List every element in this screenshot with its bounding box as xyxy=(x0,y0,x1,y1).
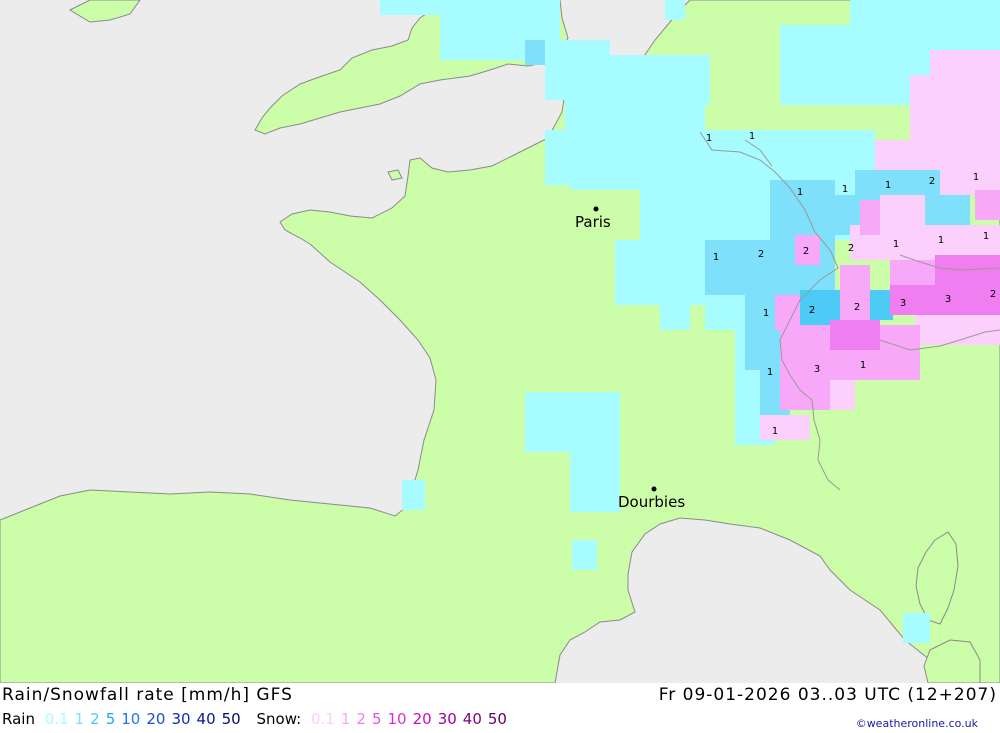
cell-value: 1 xyxy=(763,308,769,319)
rain-scale-value: 0.1 xyxy=(44,710,69,728)
snow-scale-value: 0.1 xyxy=(311,710,335,728)
map-title: Rain/Snowfall rate [mm/h] GFS xyxy=(2,685,293,705)
cell-value: 1 xyxy=(713,252,719,263)
cell-value: 1 xyxy=(797,187,803,198)
map-datetime: Fr 09-01-2026 03..03 UTC (12+207) xyxy=(658,685,997,705)
map-footer: Rain/Snowfall rate [mm/h] GFS Fr 09-01-2… xyxy=(0,683,1000,733)
snow-scale-value: 20 xyxy=(412,710,432,728)
rain-scale-value: 20 xyxy=(146,710,166,728)
snow-scale-value: 40 xyxy=(462,710,482,728)
cell-value: 1 xyxy=(938,235,944,246)
cell-value: 1 xyxy=(983,231,989,242)
cell-value: 3 xyxy=(900,298,906,309)
cell-value: 2 xyxy=(758,249,764,260)
city-marker xyxy=(651,486,657,492)
rain-scale-value: 30 xyxy=(171,710,191,728)
cell-value: 1 xyxy=(706,133,712,144)
city-label: Dourbies xyxy=(618,493,685,511)
cell-value: 1 xyxy=(767,367,773,378)
cell-value: 3 xyxy=(814,364,820,375)
rain-scale-value: 50 xyxy=(221,710,241,728)
rain-scale-value: 2 xyxy=(90,710,100,728)
rain-cell-heavy xyxy=(868,290,893,320)
snow-scale-value: 10 xyxy=(387,710,407,728)
precipitation-map: Paris Dourbies 1 1 1 1 1 2 1 1 2 2 2 1 1… xyxy=(0,0,1000,683)
rain-scale-value: 40 xyxy=(196,710,216,728)
rain-scale-value: 1 xyxy=(74,710,85,728)
city-marker xyxy=(593,206,599,212)
snow-scale-value: 30 xyxy=(437,710,457,728)
rain-scale-value: 5 xyxy=(105,710,116,728)
snow-scale-value: 50 xyxy=(487,710,507,728)
cell-value: 1 xyxy=(842,184,848,195)
cell-value: 1 xyxy=(885,180,891,191)
cell-value: 1 xyxy=(772,426,778,437)
cell-value: 1 xyxy=(860,360,866,371)
cell-value: 3 xyxy=(945,294,951,305)
rain-scale: 0.1 1 2 5 10 20 30 40 50 xyxy=(45,710,247,728)
cell-value: 2 xyxy=(803,246,809,257)
cell-value: 1 xyxy=(973,172,979,183)
rain-cell-heavy xyxy=(800,290,840,325)
snow-scale: 0.1 1 2 5 10 20 30 40 50 xyxy=(311,710,513,728)
legend: Rain 0.1 1 2 5 10 20 30 40 50 Snow: 0.1 1 2 5 10 20 30… xyxy=(2,710,518,728)
copyright-link[interactable]: ©weatheronline.co.uk xyxy=(856,717,978,730)
cell-value: 1 xyxy=(749,131,755,142)
cell-value: 2 xyxy=(848,243,854,254)
snow-label: Snow: xyxy=(256,710,302,728)
cell-value: 2 xyxy=(929,176,935,187)
rain-scale-value: 10 xyxy=(121,710,141,728)
cell-value: 2 xyxy=(854,302,860,313)
cell-value: 2 xyxy=(990,289,996,300)
city-label: Paris xyxy=(575,213,611,231)
snow-scale-value: 1 xyxy=(340,710,351,728)
snow-scale-value: 5 xyxy=(371,710,382,728)
cell-value: 1 xyxy=(893,239,899,250)
rain-label: Rain xyxy=(2,710,35,728)
snow-scale-value: 2 xyxy=(356,710,366,728)
cell-value: 2 xyxy=(809,305,815,316)
